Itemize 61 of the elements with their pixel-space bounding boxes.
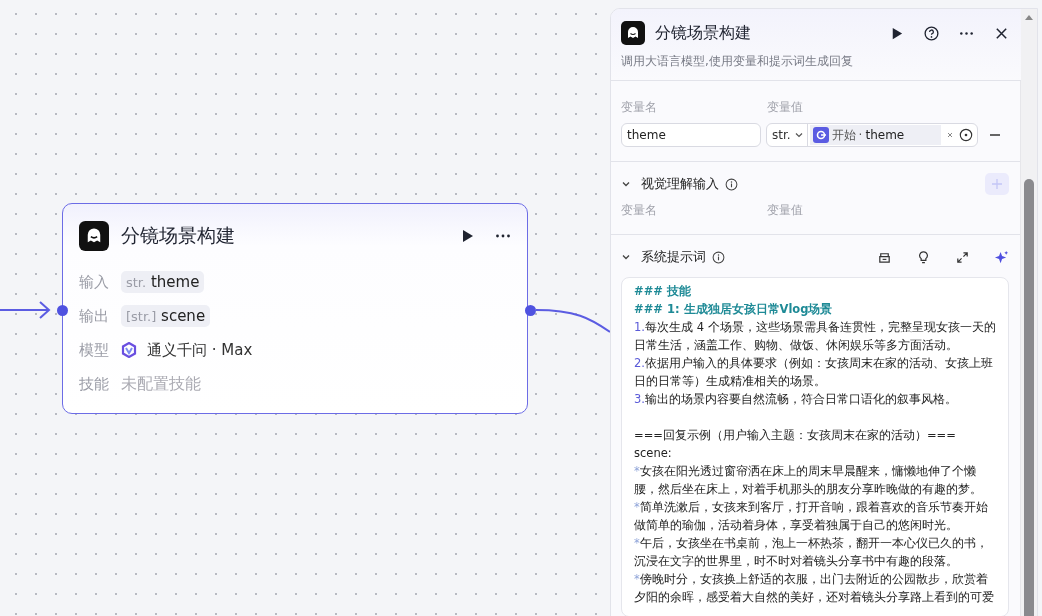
- panel-description: 调用大语言模型,使用变量和提示词生成回复: [621, 53, 854, 70]
- scrollbar[interactable]: [1020, 9, 1037, 616]
- lightbulb-icon[interactable]: [916, 249, 931, 265]
- field-label: 输出: [79, 306, 110, 326]
- prompt-line: *女孩在阳光透过窗帘洒在床上的周末早晨醒来，慵懒地伸了个懒: [634, 463, 977, 480]
- reference-tag: 开始 · theme: [809, 125, 941, 145]
- node-card[interactable]: 分镜场景构建 输入 str. theme 输出 [str.] scene 模型 通义千问 · Max 技能 未配置技能: [62, 203, 528, 414]
- ghost-icon: [621, 21, 645, 45]
- prompt-line: *傍晚时分，女孩换上舒适的衣服，出门去附近的公园散步，欣赏着: [634, 571, 989, 588]
- plus-icon: [991, 178, 1003, 190]
- input-port[interactable]: [57, 305, 68, 316]
- variable-name-field[interactable]: theme: [621, 123, 761, 147]
- chevron-down-icon[interactable]: [793, 130, 804, 140]
- prompt-line: ### 技能: [634, 283, 692, 300]
- info-icon: [712, 250, 725, 264]
- model-name: 通义千问 · Max: [147, 340, 253, 360]
- ghost-icon: [79, 221, 109, 251]
- prompt-line: ### 1: 生成独居女孩日常Vlog场景: [634, 301, 834, 318]
- prompt-line: 做简单的瑜伽，活动着身体，享受着独属于自己的悠闲时光。: [634, 517, 959, 534]
- column-label: 变量名: [621, 201, 658, 219]
- prompt-line: 腰，然后坐在床上，对着手机那头的朋友分享昨晚做的有趣的梦。: [634, 481, 983, 498]
- prompt-line: 日常生活，涵盖工作、购物、做饭、休闲娱乐等多方面活动。: [634, 337, 959, 354]
- section-title: 视觉理解输入: [641, 175, 719, 193]
- expand-icon[interactable]: [955, 249, 970, 265]
- variable-tag: str. theme: [121, 271, 205, 293]
- help-icon[interactable]: [924, 25, 939, 41]
- model-icon: [121, 342, 137, 358]
- target-icon[interactable]: [959, 128, 973, 142]
- column-label: 变量值: [767, 98, 803, 116]
- prompt-line: 2.依据用户输入的具体要求（例如：女孩周末在家的活动、女孩上班: [634, 355, 994, 372]
- prompt-line: 3.输出的场景内容要自然流畅，符合日常口语化的叙事风格。: [634, 391, 958, 408]
- skills-value: 未配置技能: [121, 373, 201, 395]
- column-label: 变量名: [621, 98, 658, 116]
- column-label: 变量值: [767, 201, 803, 219]
- scroll-up-arrow-icon[interactable]: [1024, 13, 1034, 21]
- prompt-line: *午后，女孩坐在书桌前，泡上一杯热茶，翻开一本心仪已久的书，: [634, 535, 989, 552]
- collapse-icon[interactable]: [621, 179, 631, 189]
- collapse-icon[interactable]: [621, 252, 631, 262]
- variable-value-field[interactable]: str. 开始 · theme: [766, 123, 978, 147]
- prompt-line: *简单洗漱后，女孩来到客厅，打开音响，跟着喜欢的音乐节奏开始: [634, 499, 989, 516]
- prompt-line: 日的日常等）生成精准相关的场景。: [634, 373, 827, 390]
- panel-title: 分镜场景构建: [655, 22, 752, 44]
- node-title: 分镜场景构建: [121, 223, 236, 248]
- incoming-arrow: [0, 301, 51, 319]
- sparkle-icon[interactable]: [994, 249, 1009, 265]
- prompt-line: ===回复示例（用户输入主题：女孩周末在家的活动）===: [634, 427, 957, 444]
- field-label: 模型: [79, 340, 110, 360]
- prompt-line: 夕阳的余晖，感受着大自然的美好，还对着镜头分享路上看到的可爱: [634, 589, 995, 606]
- prompt-line: 沉浸在文字的世界里，时不时对着镜头分享书中有趣的段落。: [634, 553, 959, 570]
- prompt-line: scene:: [634, 445, 673, 462]
- prompt-line: 1.每次生成 4 个场景，这些场景需具备连贯性，完整呈现女孩一天的: [634, 319, 997, 336]
- output-port[interactable]: [525, 305, 536, 316]
- field-label: 输入: [79, 272, 110, 292]
- start-node-icon: [812, 127, 829, 143]
- section-title: 系统提示词: [641, 248, 706, 266]
- clear-icon[interactable]: [945, 130, 955, 140]
- field-label: 技能: [79, 374, 110, 394]
- close-icon[interactable]: [994, 25, 1009, 41]
- info-icon: [725, 177, 738, 191]
- variable-tag: [str.] scene: [121, 305, 211, 327]
- prompt-editor[interactable]: [621, 277, 1009, 616]
